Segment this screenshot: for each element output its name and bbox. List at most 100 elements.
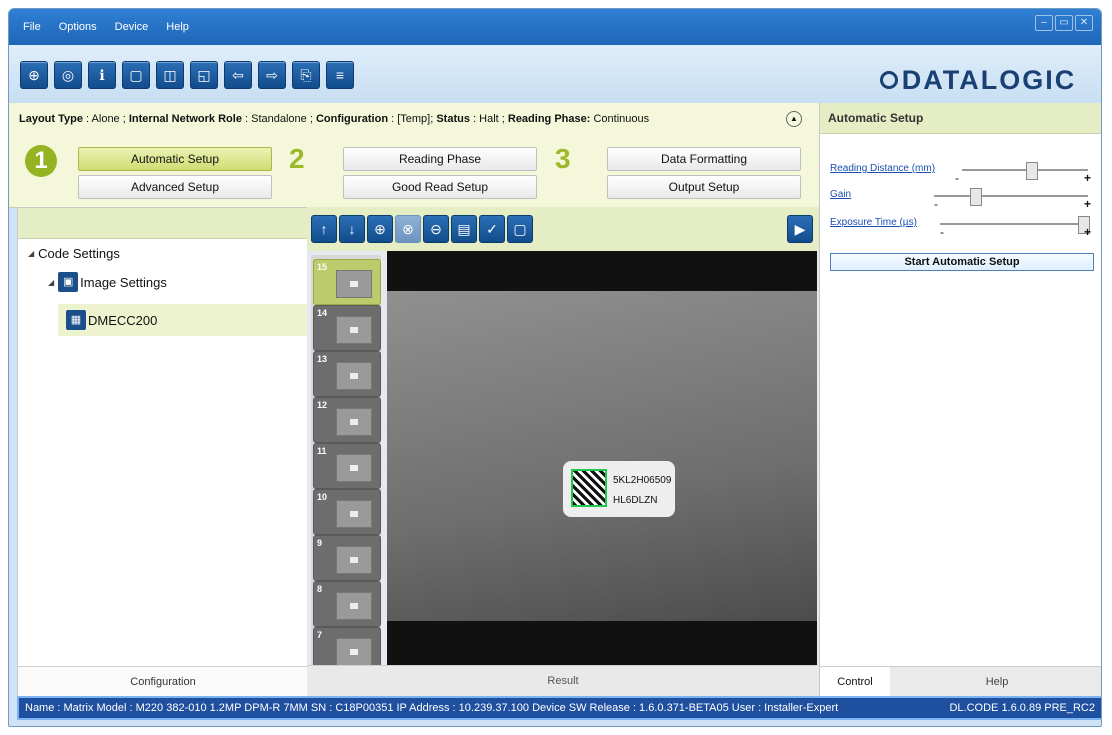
thumbnail-image [336,408,372,436]
expand-arrow-icon[interactable]: ◢ [48,278,54,287]
exposure-time-slider-row: Exposure Time (µs) - + [830,215,1095,243]
window-controls: – ▭ ✕ [1035,15,1093,31]
thumbnail-item[interactable]: 13 [313,351,381,397]
datamatrix-code [571,469,607,507]
layout-info-line: Layout Type : Alone ; Internal Network R… [19,113,649,125]
tab-help[interactable]: Help [890,666,1101,697]
thumbnail-item[interactable]: 8 [313,581,381,627]
layout-type-label: Layout Type [19,113,83,125]
thumbnail-image [336,592,372,620]
title-bar: File Options Device Help – ▭ ✕ [9,9,1101,45]
image-toolbar: ↑ ↓ ⊕ ⊗ ⊖ ▤ ✓ ▢ ▶ [307,207,819,251]
arrow-down-icon[interactable]: ↓ [339,215,365,243]
device-info-icon[interactable]: ℹ [88,61,116,89]
advanced-setup-button[interactable]: Advanced Setup [78,175,272,199]
datamatrix-icon: ▦ [66,310,86,330]
arrow-up-icon[interactable]: ↑ [311,215,337,243]
check-icon[interactable]: ✓ [479,215,505,243]
data-formatting-button[interactable]: Data Formatting [607,147,801,171]
thumbnail-number: 10 [317,492,328,502]
reading-phase-label: Reading Phase: [507,113,591,125]
tree-code-settings-label: Code Settings [38,246,120,261]
menu-file[interactable]: File [19,21,55,33]
tree-dmecc200-label: DMECC200 [88,312,158,328]
exposure-time-label[interactable]: Exposure Time (µs) [830,217,917,228]
gain-slider[interactable] [934,188,1088,206]
send-config-icon[interactable]: ◫ [156,61,184,89]
result-tab[interactable]: Result [307,665,819,696]
automatic-setup-panel: Automatic Setup Reading Distance (mm) - … [819,103,1101,697]
good-read-setup-button[interactable]: Good Read Setup [343,175,537,199]
exposure-time-slider[interactable] [940,216,1090,234]
datalogic-logo: DATALOGIC [873,63,1083,97]
configuration-panel: ◢ Code Settings ◢ ▣ Image Settings ▦ DME… [17,207,309,698]
open-device-icon[interactable]: ◎ [54,61,82,89]
automatic-setup-button[interactable]: Automatic Setup [78,147,272,171]
configuration-label: Configuration [315,113,389,125]
thumbnail-number: 8 [317,584,323,594]
start-automatic-setup-button[interactable]: Start Automatic Setup [830,253,1094,271]
settings-table-icon[interactable]: ≡ [326,61,354,89]
getting-started-icon[interactable]: ⊕ [20,61,48,89]
status-value: : Halt ; [469,113,508,125]
reading-distance-slider-row: Reading Distance (mm) - + [830,161,1095,189]
gain-slider-row: Gain - + [830,187,1095,215]
gain-slider-thumb[interactable] [970,188,982,206]
load-config-icon[interactable]: ⇦ [224,61,252,89]
code-label: 5KL2H06509 HL6DLZN [563,461,675,517]
menu-device[interactable]: Device [111,21,163,33]
zoom-out-icon[interactable]: ⊖ [423,215,449,243]
device-status-text: Name : Matrix Model : M220 382-010 1.2MP… [25,702,839,714]
save-config-icon[interactable]: ◱ [190,61,218,89]
layout-panel: Layout Type : Alone ; Internal Network R… [9,103,819,208]
save-image-icon[interactable]: ▤ [451,215,477,243]
network-role-label: Internal Network Role [128,113,242,125]
tree-image-settings[interactable]: ◢ ▣ Image Settings [48,268,167,296]
restore-icon[interactable]: ▭ [1055,15,1073,31]
fit-window-icon[interactable]: ▢ [507,215,533,243]
play-icon[interactable]: ▶ [787,215,813,243]
reading-distance-slider-thumb[interactable] [1025,162,1038,180]
thumbnail-number: 9 [317,538,323,548]
slider-min-symbol: - [955,171,959,185]
application-window: File Options Device Help – ▭ ✕ ⊕ ◎ ℹ ▢ ◫… [8,8,1102,727]
reading-distance-label[interactable]: Reading Distance (mm) [830,163,935,174]
tab-control[interactable]: Control [820,666,890,697]
thumbnail-item[interactable]: 15 [313,259,381,305]
minimize-icon[interactable]: – [1035,15,1053,31]
thumbnail-item[interactable]: 10 [313,489,381,535]
thumbnail-image [336,362,372,390]
logo-mark-icon [879,71,898,89]
output-setup-button[interactable]: Output Setup [607,175,801,199]
tree-dmecc200[interactable]: ▦ DMECC200 [58,304,307,336]
captured-image: 5KL2H06509 HL6DLZN [387,291,817,621]
menu-options[interactable]: Options [55,21,111,33]
thumbnail-item[interactable]: 12 [313,397,381,443]
thumbnail-image [336,270,372,298]
expand-arrow-icon[interactable]: ◢ [28,249,34,258]
reading-phase-button[interactable]: Reading Phase [343,147,537,171]
menu-bar: File Options Device Help [19,21,203,33]
zoom-in-icon[interactable]: ⊕ [367,215,393,243]
thumbnail-item[interactable]: 11 [313,443,381,489]
tree-code-settings[interactable]: ◢ Code Settings [28,246,120,261]
copy-config-icon[interactable]: ⎘ [292,61,320,89]
thumbnail-item[interactable]: 9 [313,535,381,581]
reading-distance-slider[interactable] [962,162,1088,180]
software-version-text: DL.CODE 1.6.0.89 PRE_RC2 [949,702,1095,714]
configuration-tab[interactable]: Configuration [18,666,308,697]
configuration-value: : [Temp]; [388,113,437,125]
zoom-reset-icon[interactable]: ⊗ [395,215,421,243]
thumbnail-strip: 15 14 13 12 11 10 9 8 7 [311,255,381,673]
thumbnail-image [336,546,372,574]
window-icon[interactable]: ▢ [122,61,150,89]
thumbnail-item[interactable]: 14 [313,305,381,351]
image-settings-icon: ▣ [58,272,79,292]
thumbnail-number: 14 [317,308,328,318]
gain-label[interactable]: Gain [830,189,851,200]
captured-image-view[interactable]: 5KL2H06509 HL6DLZN [387,251,817,669]
collapse-panel-icon[interactable]: ▲ [786,111,802,127]
menu-help[interactable]: Help [162,21,203,33]
export-icon[interactable]: ⇨ [258,61,286,89]
close-icon[interactable]: ✕ [1075,15,1093,31]
